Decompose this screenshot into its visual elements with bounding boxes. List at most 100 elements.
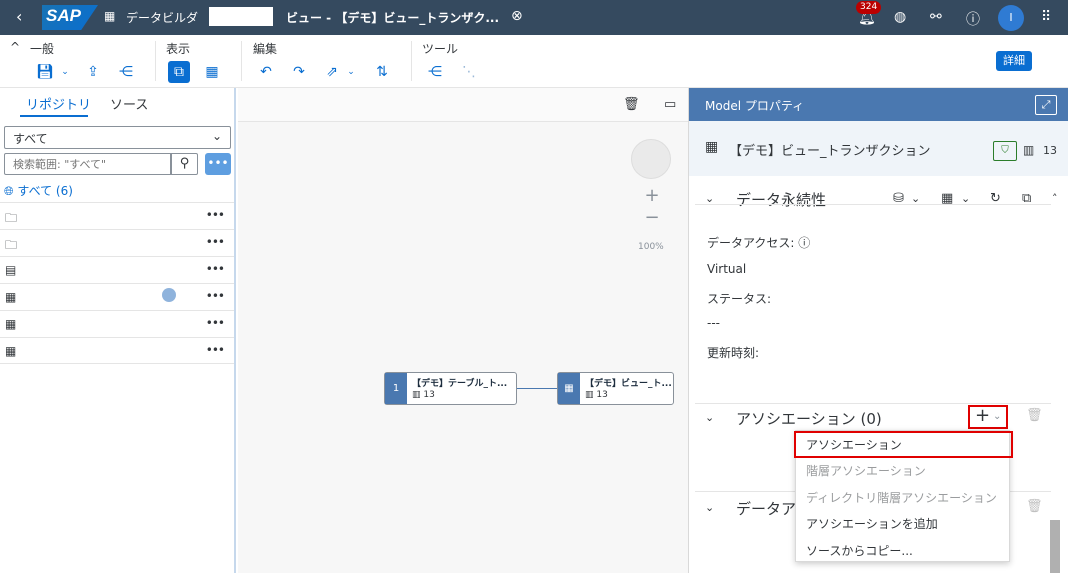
source-table-node[interactable]: 1 【デモ】テーブル_ト... ▥ 13 bbox=[384, 372, 517, 405]
object-name: 【デモ】ビュー_トランザクション bbox=[729, 144, 931, 159]
collapse-icon[interactable]: ^ bbox=[10, 40, 20, 54]
menu-item-add-association[interactable]: アソシエーションを追加 bbox=[806, 515, 938, 532]
collapse-chevron-icon[interactable]: ⌄ bbox=[705, 501, 714, 514]
avatar[interactable]: I bbox=[998, 5, 1024, 31]
diagram-view-icon[interactable]: ⧉ bbox=[168, 61, 190, 83]
monitor-icon[interactable]: ▭ bbox=[664, 97, 676, 112]
node-column-count: ▥ 13 bbox=[585, 390, 608, 400]
diagram-canvas[interactable]: 🗑︎ ▭ + − 100% 1 【デモ】テーブル_ト... ▥ 13 ▦ 【デモ… bbox=[238, 88, 688, 573]
more-options-button[interactable]: ••• bbox=[205, 153, 231, 175]
folder-icon: 🗀 bbox=[5, 211, 18, 225]
status-label: ステータス: bbox=[707, 292, 772, 306]
breadcrumb: ビュー - 【デモ】ビュー_トランザク... bbox=[286, 11, 500, 25]
share-icon[interactable]: ⋲ bbox=[115, 61, 137, 83]
row-more-icon[interactable]: ••• bbox=[206, 235, 225, 249]
list-item[interactable]: 🗀 ••• bbox=[0, 202, 234, 229]
group-general-label: 一般 bbox=[30, 42, 55, 56]
status-value: --- bbox=[707, 316, 720, 330]
chevron-down-icon[interactable]: ⌄ bbox=[993, 411, 1001, 422]
help-icon[interactable]: ⓘ bbox=[798, 236, 810, 250]
row-more-icon[interactable]: ••• bbox=[206, 343, 225, 357]
entity-icon: ▤ bbox=[5, 263, 17, 277]
data-access-value: Virtual bbox=[707, 262, 747, 276]
all-objects-label[interactable]: 🌐︎ すべて (6) bbox=[4, 182, 73, 199]
row-more-icon[interactable]: ••• bbox=[206, 208, 225, 222]
deploy-icon[interactable]: ⇪ bbox=[82, 61, 104, 83]
view-icon: ▦ bbox=[705, 139, 719, 155]
list-item[interactable]: ▦ ••• bbox=[0, 337, 234, 364]
data-section-title: データア bbox=[736, 500, 797, 518]
properties-header: Model プロパティ ⤢ bbox=[689, 88, 1068, 121]
row-more-icon[interactable]: ••• bbox=[206, 316, 225, 330]
delete-icon: 🗑︎ bbox=[1026, 499, 1043, 514]
scroll-up-icon[interactable]: ˄ bbox=[1052, 192, 1058, 205]
row-more-icon[interactable]: ••• bbox=[206, 262, 225, 276]
tools-graph-icon[interactable]: ⋲ bbox=[424, 61, 446, 83]
redo-icon[interactable]: ↷ bbox=[288, 61, 310, 83]
filter-select[interactable]: すべて ⌄ bbox=[4, 126, 231, 149]
add-icon[interactable]: + bbox=[975, 405, 990, 426]
view-node[interactable]: ▦ 【デモ】ビュー_ト... ▥ 13 bbox=[557, 372, 674, 405]
view-node-icon: ▦ bbox=[558, 373, 580, 404]
folder-icon: 🗀 bbox=[5, 238, 18, 252]
persistence-title: データ永続性 bbox=[736, 191, 827, 209]
delete-icon: 🗑︎ bbox=[1026, 408, 1043, 423]
node-name: 【デモ】テーブル_ト... bbox=[412, 379, 508, 389]
canvas-toolbar: 🗑︎ ▭ bbox=[238, 88, 688, 122]
row-more-icon[interactable]: ••• bbox=[206, 289, 225, 303]
repository-panel: リポジトリ ソース すべて ⌄ ⚲ ••• 🌐︎ すべて (6) 🗀 ••• 🗀… bbox=[0, 88, 236, 573]
group-edit-label: 編集 bbox=[253, 42, 278, 56]
sap-logo[interactable]: SAP bbox=[42, 5, 98, 30]
sort-icon[interactable]: ⇅ bbox=[371, 61, 393, 83]
trash-icon[interactable]: 🗑︎ bbox=[623, 97, 640, 112]
scrollbar[interactable] bbox=[1050, 520, 1060, 573]
object-column-count: 13 bbox=[1043, 144, 1057, 157]
menu-item-directory-hierarchy-association: ディレクトリ階層アソシエーション bbox=[806, 491, 997, 505]
menu-item-copy-from-source[interactable]: ソースからコピー... bbox=[806, 542, 913, 559]
close-tab-icon[interactable]: ⊗ bbox=[511, 8, 523, 24]
export-chevron-icon[interactable]: ⌄ bbox=[340, 61, 362, 83]
properties-title: Model プロパティ bbox=[705, 99, 805, 113]
node-column-count: ▥ 13 bbox=[412, 390, 435, 400]
view-icon: ▦ bbox=[5, 317, 17, 331]
back-icon[interactable]: ‹ bbox=[16, 7, 22, 26]
pan-control[interactable] bbox=[631, 139, 671, 179]
list-item[interactable]: ▦ ••• bbox=[0, 310, 234, 337]
help-icon[interactable]: ⓘ bbox=[966, 9, 980, 29]
save-icon[interactable]: 💾︎ bbox=[34, 61, 56, 83]
feedback-icon[interactable]: ◍ bbox=[894, 9, 906, 25]
save-chevron-icon[interactable]: ⌄ bbox=[54, 61, 76, 83]
node-connector bbox=[517, 388, 557, 389]
apps-grid-icon[interactable]: ⠿ bbox=[1041, 9, 1051, 25]
node-index: 1 bbox=[385, 373, 407, 404]
undo-icon[interactable]: ↶ bbox=[255, 61, 277, 83]
search-icon[interactable]: ⚲ bbox=[171, 153, 198, 175]
data-builder-icon: ▦ bbox=[104, 9, 116, 23]
object-header: ▦ 【デモ】ビュー_トランザクション ⛉ ▥ 13 bbox=[689, 121, 1068, 176]
search-input[interactable] bbox=[4, 153, 171, 175]
table-view-icon[interactable]: ▦ bbox=[201, 61, 223, 83]
zoom-in-icon[interactable]: + bbox=[641, 186, 663, 208]
list-item[interactable]: 🗀 ••• bbox=[0, 229, 234, 256]
list-item[interactable]: ▦ ••• bbox=[0, 283, 234, 310]
shield-icon[interactable]: ⛉ bbox=[993, 141, 1017, 161]
zoom-level: 100% bbox=[638, 242, 664, 252]
tab-sources[interactable]: ソース bbox=[110, 94, 148, 113]
menu-highlight bbox=[794, 431, 1013, 458]
globe-icon: 🌐︎ bbox=[4, 184, 18, 198]
expand-icon[interactable]: ⤢ bbox=[1035, 95, 1057, 115]
zoom-out-icon[interactable]: − bbox=[641, 208, 663, 230]
menu-item-hierarchy-association: 階層アソシエーション bbox=[806, 464, 926, 478]
redacted-box bbox=[209, 7, 273, 26]
detail-button[interactable]: 詳細 bbox=[996, 51, 1032, 71]
link-icon[interactable]: ⚯ bbox=[930, 9, 942, 25]
app-name[interactable]: データビルダ bbox=[126, 9, 198, 26]
updated-label: 更新時刻: bbox=[707, 346, 760, 360]
group-view-label: 表示 bbox=[166, 42, 191, 56]
tab-repository[interactable]: リポジトリ bbox=[26, 94, 91, 113]
list-item[interactable]: ▤ ••• bbox=[0, 256, 234, 283]
group-tools-label: ツール bbox=[422, 42, 459, 56]
collapse-chevron-icon[interactable]: ⌄ bbox=[705, 411, 714, 424]
data-access-label: データアクセス: ⓘ bbox=[707, 236, 811, 250]
table-icon: ▦ bbox=[5, 344, 17, 358]
